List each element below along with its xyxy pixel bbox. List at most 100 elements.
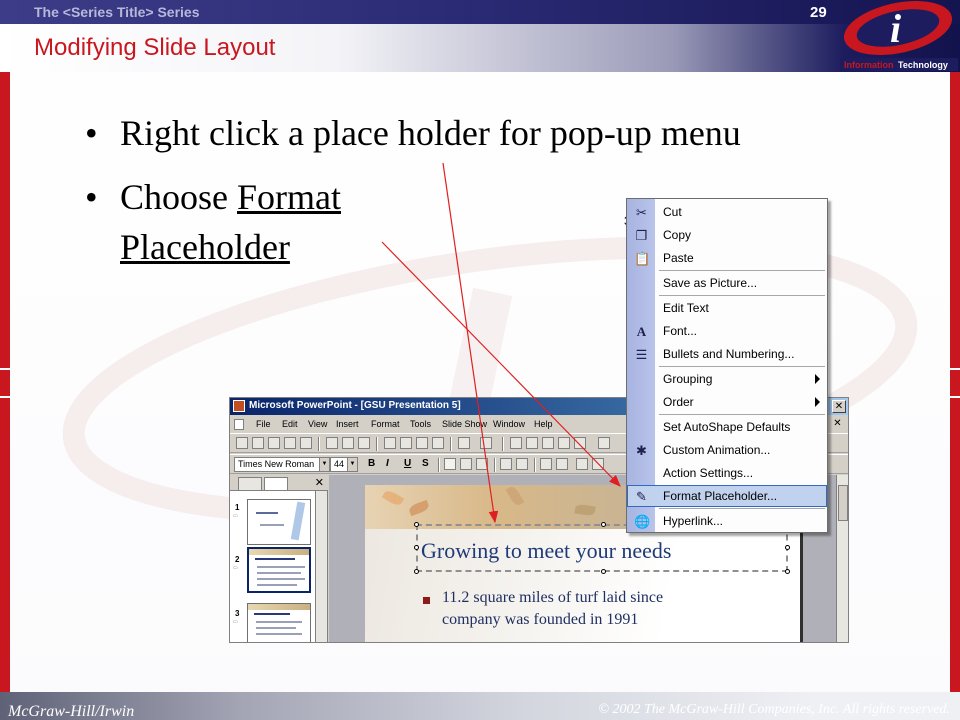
logo-text-technology: Technology bbox=[898, 60, 948, 70]
search-icon[interactable] bbox=[300, 437, 312, 449]
menu-file[interactable]: File bbox=[256, 419, 271, 429]
cut-icon[interactable] bbox=[384, 437, 396, 449]
resize-handle[interactable] bbox=[785, 569, 790, 574]
menu-item-edit-text[interactable]: Edit Text bbox=[627, 297, 827, 319]
menu-item-hyperlink[interactable]: 🌐 Hyperlink... bbox=[627, 510, 827, 532]
align-right-icon[interactable] bbox=[476, 458, 488, 470]
menu-item-label: Order bbox=[663, 395, 694, 409]
menu-item-copy[interactable]: ❐ Copy bbox=[627, 224, 827, 246]
menu-item-grouping[interactable]: Grouping bbox=[627, 368, 827, 390]
menu-tools[interactable]: Tools bbox=[410, 419, 431, 429]
menu-item-cut[interactable]: ✂ Cut bbox=[627, 201, 827, 223]
tab-slides[interactable] bbox=[264, 477, 288, 490]
resize-handle[interactable] bbox=[785, 545, 790, 550]
menu-item-label: Bullets and Numbering... bbox=[663, 347, 795, 361]
menu-item-set-autoshape-defaults[interactable]: Set AutoShape Defaults bbox=[627, 416, 827, 438]
font-name-box[interactable]: Times New Roman ▼ bbox=[234, 457, 330, 472]
copy-icon[interactable] bbox=[400, 437, 412, 449]
menu-edit[interactable]: Edit bbox=[282, 419, 298, 429]
pane-close-icon[interactable]: ✕ bbox=[315, 476, 324, 489]
save-icon[interactable] bbox=[268, 437, 280, 449]
format-painter-icon[interactable] bbox=[432, 437, 444, 449]
open-icon[interactable] bbox=[252, 437, 264, 449]
slide-thumbnail-1[interactable] bbox=[247, 499, 311, 545]
show-formatting-icon[interactable] bbox=[598, 437, 610, 449]
menu-format[interactable]: Format bbox=[371, 419, 400, 429]
expand-all-icon[interactable] bbox=[574, 437, 586, 449]
pane-tabs: ✕ bbox=[230, 475, 328, 491]
slide-thumbnail-2[interactable] bbox=[247, 547, 311, 593]
slide-number: 29 bbox=[810, 4, 827, 21]
tab-outline[interactable] bbox=[238, 477, 262, 490]
menu-insert[interactable]: Insert bbox=[336, 419, 359, 429]
new-slide-icon[interactable] bbox=[558, 437, 570, 449]
menu-item-action-settings[interactable]: Action Settings... bbox=[627, 462, 827, 484]
resize-handle[interactable] bbox=[601, 522, 606, 527]
bullet-right-click: • Right click a place holder for pop-up … bbox=[85, 108, 885, 158]
paste-icon[interactable] bbox=[416, 437, 428, 449]
left-bar-tick bbox=[0, 368, 10, 370]
decrease-font-icon[interactable] bbox=[556, 458, 568, 470]
bullet-prefix: Choose bbox=[120, 177, 237, 217]
menu-item-label: Hyperlink... bbox=[663, 514, 724, 528]
bullets-icon[interactable] bbox=[516, 458, 528, 470]
resize-handle[interactable] bbox=[414, 569, 419, 574]
slide-thumbnail-3[interactable] bbox=[247, 603, 311, 642]
chevron-down-icon[interactable]: ▼ bbox=[319, 458, 329, 471]
insert-table-icon[interactable] bbox=[526, 437, 538, 449]
slides-pane-scrollbar[interactable] bbox=[315, 491, 327, 642]
menu-item-bullets-numbering[interactable]: ☰ Bullets and Numbering... bbox=[627, 343, 827, 365]
menu-help[interactable]: Help bbox=[534, 419, 553, 429]
shadow-button[interactable]: S bbox=[422, 458, 429, 469]
design-icon[interactable] bbox=[576, 458, 588, 470]
menu-item-paste[interactable]: 📋 Paste bbox=[627, 247, 827, 269]
information-technology-logo: i Information Technology bbox=[840, 1, 958, 71]
redo-icon[interactable] bbox=[480, 437, 492, 449]
menu-window[interactable]: Window bbox=[493, 419, 525, 429]
new-icon[interactable] bbox=[236, 437, 248, 449]
resize-handle[interactable] bbox=[414, 522, 419, 527]
undo-icon[interactable] bbox=[458, 437, 470, 449]
menu-separator bbox=[659, 366, 825, 367]
italic-button[interactable]: I bbox=[386, 458, 389, 469]
menu-slide-show[interactable]: Slide Show bbox=[442, 419, 487, 429]
increase-font-icon[interactable] bbox=[540, 458, 552, 470]
menu-view[interactable]: View bbox=[308, 419, 327, 429]
window-close-button[interactable]: ✕ bbox=[832, 400, 846, 413]
menu-item-label: Edit Text bbox=[663, 301, 709, 315]
menu-item-save-as-picture[interactable]: Save as Picture... bbox=[627, 272, 827, 294]
menu-item-label: Font... bbox=[663, 324, 698, 338]
tables-borders-icon[interactable] bbox=[542, 437, 554, 449]
scrollbar-thumb[interactable] bbox=[838, 485, 848, 521]
menu-item-order[interactable]: Order bbox=[627, 391, 827, 413]
font-size-box[interactable]: 44 ▼ bbox=[330, 457, 358, 472]
align-left-icon[interactable] bbox=[444, 458, 456, 470]
insert-chart-icon[interactable] bbox=[510, 437, 522, 449]
print-icon[interactable] bbox=[326, 437, 338, 449]
thumb-banner bbox=[248, 604, 310, 610]
bullet-dot: • bbox=[85, 177, 98, 217]
print-preview-icon[interactable] bbox=[342, 437, 354, 449]
chevron-down-icon[interactable]: ▼ bbox=[347, 458, 357, 471]
email-icon[interactable] bbox=[284, 437, 296, 449]
document-close-icon[interactable]: ✕ bbox=[831, 418, 844, 430]
menu-item-font[interactable]: A Font... bbox=[627, 320, 827, 342]
bold-button[interactable]: B bbox=[368, 458, 375, 469]
spelling-icon[interactable] bbox=[358, 437, 370, 449]
menu-item-custom-animation[interactable]: ✱ Custom Animation... bbox=[627, 439, 827, 461]
new-slide-fmt-icon[interactable] bbox=[592, 458, 604, 470]
menu-item-label: Grouping bbox=[663, 372, 713, 386]
menu-item-format-placeholder[interactable]: ✎ Format Placeholder... bbox=[627, 485, 827, 507]
series-title: The <Series Title> Series bbox=[34, 4, 200, 20]
editing-area-scrollbar[interactable] bbox=[836, 475, 848, 642]
underline-button[interactable]: U bbox=[404, 458, 411, 469]
resize-handle[interactable] bbox=[414, 545, 419, 550]
resize-handle[interactable] bbox=[601, 569, 606, 574]
footer-publisher: McGraw-Hill/Irwin bbox=[8, 703, 135, 720]
slide-bullet-marker bbox=[423, 597, 430, 604]
placeholder-link[interactable]: Placeholder bbox=[120, 222, 290, 272]
font-size-value: 44 bbox=[334, 459, 345, 469]
format-link[interactable]: Format bbox=[237, 177, 341, 217]
numbering-icon[interactable] bbox=[500, 458, 512, 470]
align-center-icon[interactable] bbox=[460, 458, 472, 470]
